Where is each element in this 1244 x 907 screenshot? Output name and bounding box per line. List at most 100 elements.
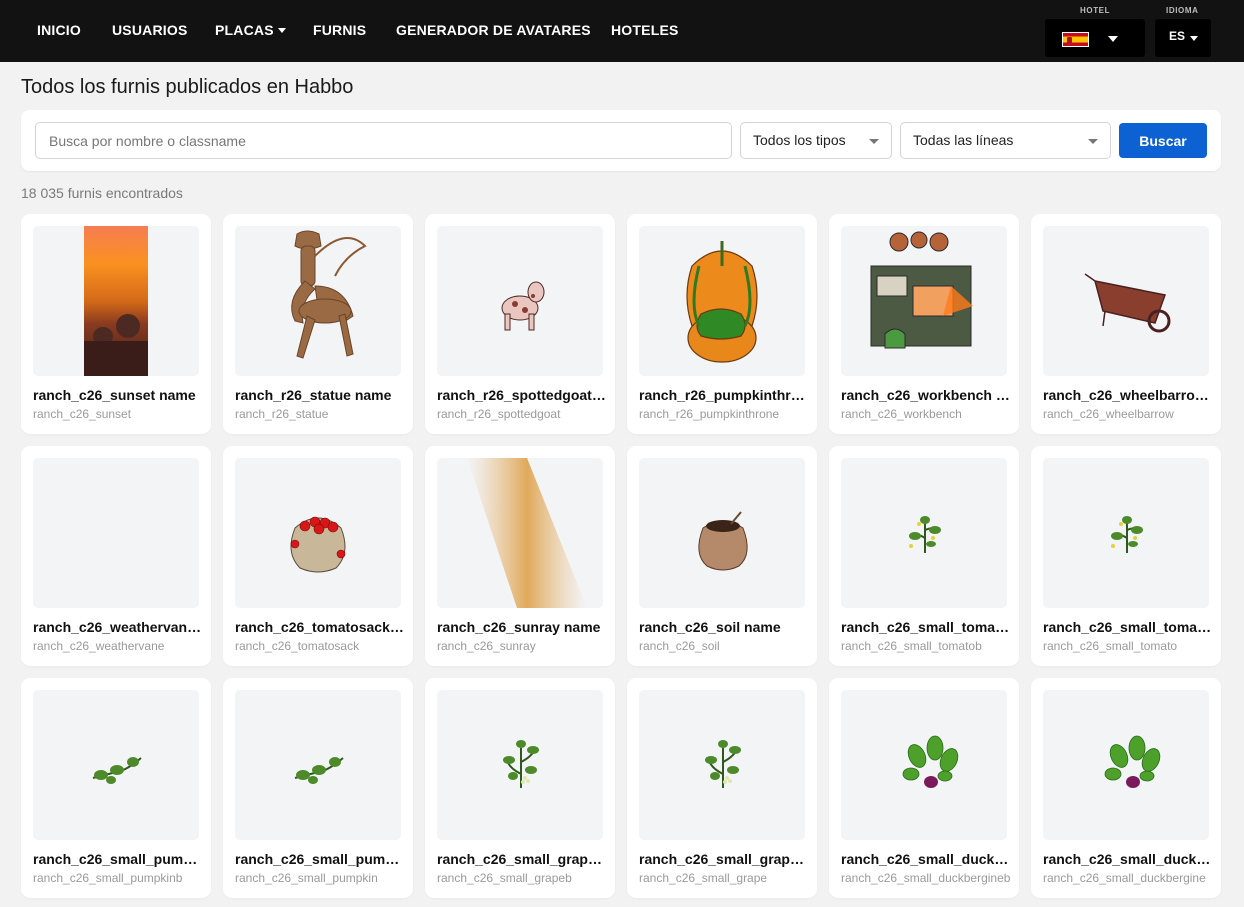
- line-select-value: Todas las líneas: [913, 132, 1014, 148]
- sunray-icon: [437, 458, 603, 608]
- furni-card[interactable]: ranch_c26_sunset name ranch_c26_sunset: [21, 214, 211, 434]
- language-selector[interactable]: ES: [1155, 19, 1211, 57]
- furni-classname: ranch_c26_small_pumpkinb: [33, 871, 183, 885]
- furni-name: ranch_c26_workbench name: [841, 387, 1011, 403]
- top-navbar: INICIO USUARIOS PLACAS FURNIS GENERADOR …: [0, 0, 1244, 62]
- search-panel: Todos los tipos Todas las líneas Buscar: [21, 110, 1221, 171]
- furni-name: ranch_c26_tomatosack name: [235, 619, 405, 635]
- furni-classname: ranch_c26_weathervane: [33, 639, 165, 653]
- furni-name: ranch_c26_small_grape name: [639, 851, 809, 867]
- soil-sack-icon: [639, 458, 805, 608]
- furni-card[interactable]: ranch_c26_small_duckbergine name ranch_c2…: [1031, 678, 1221, 898]
- furni-card[interactable]: ranch_c26_workbench name ranch_c26_workbe…: [829, 214, 1019, 434]
- pumpkin-vine-icon: [235, 690, 401, 840]
- pumpkin-throne-icon: [639, 226, 805, 376]
- sunset-icon: [33, 226, 199, 376]
- furni-card[interactable]: ranch_c26_sunray name ranch_c26_sunray: [425, 446, 615, 666]
- furni-grid: ranch_c26_sunset name ranch_c26_sunset ra…: [21, 214, 1223, 898]
- spain-flag-icon: [1062, 32, 1089, 47]
- furni-card[interactable]: ranch_c26_tomatosack name ranch_c26_tomat…: [223, 446, 413, 666]
- type-select[interactable]: Todos los tipos: [740, 122, 892, 159]
- hotel-selector[interactable]: [1045, 19, 1145, 57]
- furni-card[interactable]: ranch_c26_weathervane name ranch_c26_weat…: [21, 446, 211, 666]
- goat-icon: [437, 226, 603, 376]
- furni-name: ranch_c26_small_pumpkinb name: [33, 851, 203, 867]
- nav-item-usuarios[interactable]: USUARIOS: [112, 22, 188, 38]
- cowboy-statue-icon: [235, 226, 401, 376]
- furni-classname: ranch_c26_soil: [639, 639, 720, 653]
- furni-name: ranch_c26_small_tomatob name: [841, 619, 1011, 635]
- furni-classname: ranch_c26_tomatosack: [235, 639, 360, 653]
- furni-name: ranch_c26_small_duckbergine name: [841, 851, 1011, 867]
- chevron-down-icon: [1088, 139, 1098, 144]
- furni-classname: ranch_c26_small_grape: [639, 871, 768, 885]
- furni-name: ranch_c26_small_grapeb name: [437, 851, 607, 867]
- furni-classname: ranch_r26_pumpkinthrone: [639, 407, 780, 421]
- chevron-down-icon: [869, 139, 879, 144]
- furni-classname: ranch_c26_sunset: [33, 407, 132, 421]
- furni-classname: ranch_c26_sunray: [437, 639, 536, 653]
- language-value: ES: [1169, 29, 1186, 43]
- furni-name: ranch_c26_small_tomato name: [1043, 619, 1213, 635]
- furni-card[interactable]: ranch_r26_statue name ranch_r26_statue: [223, 214, 413, 434]
- furni-card[interactable]: ranch_c26_small_pumpkin name ranch_c26_sm…: [223, 678, 413, 898]
- furni-card[interactable]: ranch_c26_soil name ranch_c26_soil: [627, 446, 817, 666]
- grape-plant-icon: [437, 690, 603, 840]
- search-input[interactable]: [35, 122, 732, 159]
- chevron-down-icon: [1190, 36, 1198, 41]
- tomato-plant-icon: [841, 458, 1007, 608]
- furni-name: ranch_r26_statue name: [235, 387, 392, 403]
- hotel-label: HOTEL: [1080, 6, 1111, 15]
- chevron-down-icon: [1108, 36, 1118, 42]
- furni-name: ranch_c26_soil name: [639, 619, 781, 635]
- furni-name: ranch_c26_small_pumpkin name: [235, 851, 405, 867]
- nav-item-generador[interactable]: GENERADOR DE AVATARES: [396, 22, 591, 38]
- weathervane-icon: [33, 458, 199, 608]
- furni-card[interactable]: ranch_c26_small_tomatob name ranch_c26_sm…: [829, 446, 1019, 666]
- furni-classname: ranch_c26_small_duckbergine: [1043, 871, 1206, 885]
- furni-card[interactable]: ranch_c26_small_grapeb name ranch_c26_sma…: [425, 678, 615, 898]
- furni-name: ranch_r26_spottedgoat name: [437, 387, 607, 403]
- furni-name: ranch_c26_small_duckbergine name: [1043, 851, 1213, 867]
- tomato-sack-icon: [235, 458, 401, 608]
- line-select[interactable]: Todas las líneas: [900, 122, 1111, 159]
- furni-card[interactable]: ranch_r26_spottedgoat name ranch_r26_spot…: [425, 214, 615, 434]
- furni-card[interactable]: ranch_c26_small_duckbergine name ranch_c2…: [829, 678, 1019, 898]
- grape-plant-icon: [639, 690, 805, 840]
- furni-classname: ranch_c26_wheelbarrow: [1043, 407, 1174, 421]
- language-label: IDIOMA: [1166, 6, 1199, 15]
- furni-name: ranch_c26_sunray name: [437, 619, 601, 635]
- furni-card[interactable]: ranch_c26_wheelbarrow name ranch_c26_whee…: [1031, 214, 1221, 434]
- nav-item-inicio[interactable]: INICIO: [37, 22, 81, 38]
- pumpkin-vine-icon: [33, 690, 199, 840]
- nav-item-placas-label: PLACAS: [215, 22, 274, 38]
- furni-name: ranch_r26_pumpkinthrone name: [639, 387, 809, 403]
- page-title: Todos los furnis publicados en Habbo: [21, 76, 354, 98]
- furni-name: ranch_c26_weathervane name: [33, 619, 203, 635]
- furni-classname: ranch_c26_small_duckberginеb: [841, 871, 1011, 885]
- beet-plant-icon: [1043, 690, 1209, 840]
- type-select-value: Todos los tipos: [753, 132, 846, 148]
- search-button[interactable]: Buscar: [1119, 123, 1207, 158]
- furni-classname: ranch_r26_spottedgoat: [437, 407, 561, 421]
- furni-card[interactable]: ranch_c26_small_pumpkinb name ranch_c26_s…: [21, 678, 211, 898]
- furni-classname: ranch_r26_statue: [235, 407, 329, 421]
- furni-name: ranch_c26_wheelbarrow name: [1043, 387, 1213, 403]
- chevron-down-icon: [277, 27, 286, 33]
- nav-item-placas[interactable]: PLACAS: [215, 22, 286, 38]
- furni-classname: ranch_c26_workbench: [841, 407, 962, 421]
- furni-classname: ranch_c26_small_grapeb: [437, 871, 572, 885]
- furni-card[interactable]: ranch_r26_pumpkinthrone name ranch_r26_pu…: [627, 214, 817, 434]
- furni-name: ranch_c26_sunset name: [33, 387, 196, 403]
- wheelbarrow-icon: [1043, 226, 1209, 376]
- beet-plant-icon: [841, 690, 1007, 840]
- furni-classname: ranch_c26_small_tomato: [1043, 639, 1178, 653]
- furni-classname: ranch_c26_small_tomatob: [841, 639, 982, 653]
- furni-card[interactable]: ranch_c26_small_grape name ranch_c26_smal…: [627, 678, 817, 898]
- nav-item-furnis[interactable]: FURNIS: [313, 22, 366, 38]
- workbench-icon: [841, 226, 1007, 376]
- result-count: 18 035 furnis encontrados: [21, 185, 183, 201]
- tomato-plant-icon: [1043, 458, 1209, 608]
- furni-card[interactable]: ranch_c26_small_tomato name ranch_c26_sma…: [1031, 446, 1221, 666]
- nav-item-hoteles[interactable]: HOTELES: [611, 22, 679, 38]
